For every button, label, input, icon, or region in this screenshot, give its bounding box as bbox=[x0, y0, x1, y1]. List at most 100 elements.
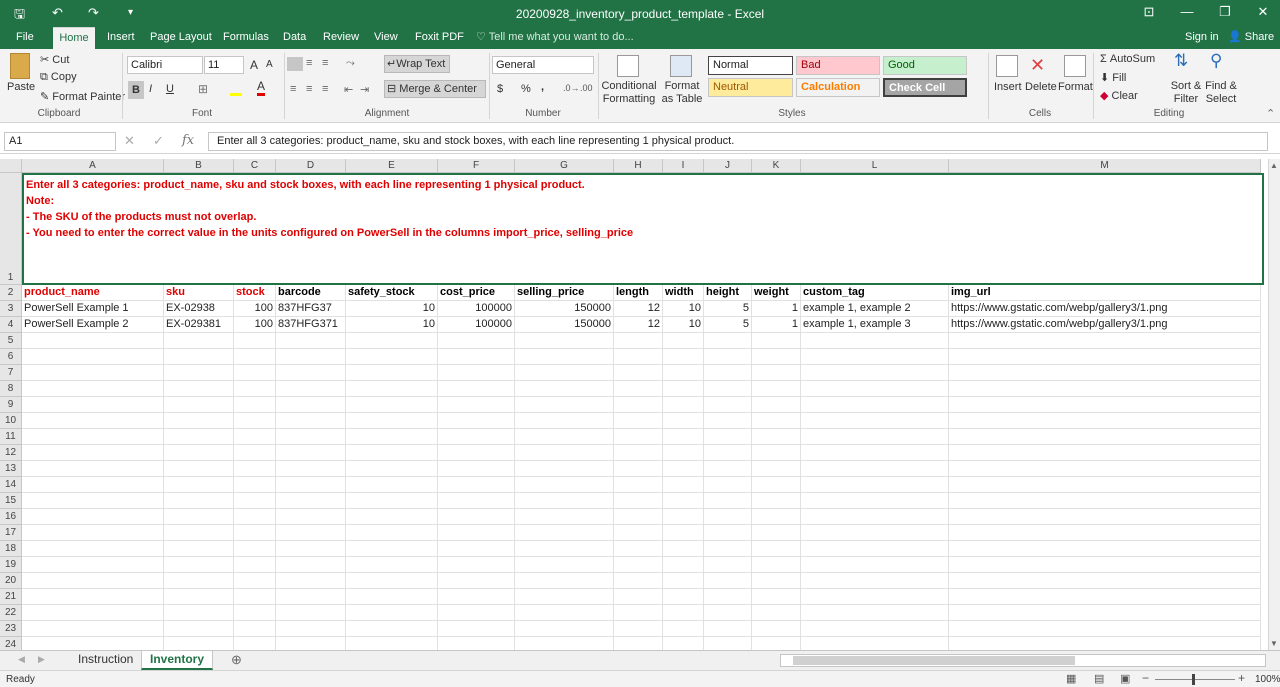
empty-cell[interactable] bbox=[438, 557, 515, 573]
align-right-icon[interactable]: ≡ bbox=[322, 83, 328, 95]
empty-cell[interactable] bbox=[22, 365, 164, 381]
zoom-slider-thumb[interactable] bbox=[1192, 674, 1195, 685]
empty-cell[interactable] bbox=[801, 557, 949, 573]
italic-button[interactable]: I bbox=[149, 83, 152, 95]
row-header-11[interactable]: 11 bbox=[0, 429, 22, 445]
data-cell[interactable]: 5 bbox=[704, 317, 752, 333]
empty-cell[interactable] bbox=[164, 333, 234, 349]
empty-cell[interactable] bbox=[949, 365, 1261, 381]
font-color-icon[interactable]: A bbox=[257, 80, 266, 96]
empty-cell[interactable] bbox=[346, 445, 438, 461]
empty-cell[interactable] bbox=[663, 381, 704, 397]
decrease-indent-icon[interactable]: ⇤ bbox=[344, 83, 353, 96]
empty-cell[interactable] bbox=[663, 525, 704, 541]
empty-cell[interactable] bbox=[515, 589, 614, 605]
empty-cell[interactable] bbox=[438, 573, 515, 589]
empty-cell[interactable] bbox=[949, 461, 1261, 477]
empty-cell[interactable] bbox=[704, 429, 752, 445]
empty-cell[interactable] bbox=[346, 461, 438, 477]
row-header-1[interactable]: 1 bbox=[0, 173, 22, 285]
empty-cell[interactable] bbox=[22, 397, 164, 413]
empty-cell[interactable] bbox=[346, 557, 438, 573]
empty-cell[interactable] bbox=[515, 509, 614, 525]
empty-cell[interactable] bbox=[438, 605, 515, 621]
header-cell-product-name[interactable]: product_name bbox=[22, 285, 164, 301]
empty-cell[interactable] bbox=[22, 349, 164, 365]
conditional-formatting-button[interactable]: Conditional Formatting bbox=[601, 80, 657, 106]
row-header-6[interactable]: 6 bbox=[0, 349, 22, 365]
empty-cell[interactable] bbox=[614, 493, 663, 509]
header-cell-width[interactable]: width bbox=[663, 285, 704, 301]
data-cell[interactable]: EX-029381 bbox=[164, 317, 234, 333]
empty-cell[interactable] bbox=[801, 429, 949, 445]
row-header-23[interactable]: 23 bbox=[0, 621, 22, 637]
empty-cell[interactable] bbox=[801, 413, 949, 429]
empty-cell[interactable] bbox=[346, 525, 438, 541]
empty-cell[interactable] bbox=[164, 573, 234, 589]
column-header-m[interactable]: M bbox=[949, 159, 1261, 173]
empty-cell[interactable] bbox=[949, 637, 1261, 650]
empty-cell[interactable] bbox=[22, 605, 164, 621]
empty-cell[interactable] bbox=[276, 541, 346, 557]
style-calculation[interactable]: Calculation bbox=[796, 78, 880, 97]
empty-cell[interactable] bbox=[949, 397, 1261, 413]
empty-cell[interactable] bbox=[164, 397, 234, 413]
empty-cell[interactable] bbox=[438, 621, 515, 637]
empty-cell[interactable] bbox=[22, 429, 164, 445]
empty-cell[interactable] bbox=[704, 525, 752, 541]
format-cells-button[interactable]: Format bbox=[1058, 81, 1093, 93]
column-header-a[interactable]: A bbox=[22, 159, 164, 173]
style-normal[interactable]: Normal bbox=[708, 56, 793, 75]
empty-cell[interactable] bbox=[234, 429, 276, 445]
column-header-h[interactable]: H bbox=[614, 159, 663, 173]
align-center-icon[interactable]: ≡ bbox=[306, 83, 312, 95]
empty-cell[interactable] bbox=[346, 589, 438, 605]
column-header-i[interactable]: I bbox=[663, 159, 704, 173]
empty-cell[interactable] bbox=[346, 429, 438, 445]
empty-cell[interactable] bbox=[346, 477, 438, 493]
empty-cell[interactable] bbox=[234, 509, 276, 525]
currency-button[interactable]: $ bbox=[497, 83, 503, 95]
page-layout-view-icon[interactable]: ▤ bbox=[1094, 672, 1104, 685]
empty-cell[interactable] bbox=[663, 605, 704, 621]
empty-cell[interactable] bbox=[614, 429, 663, 445]
empty-cell[interactable] bbox=[22, 621, 164, 637]
zoom-level[interactable]: 100% bbox=[1255, 674, 1280, 685]
empty-cell[interactable] bbox=[276, 461, 346, 477]
format-as-table-button[interactable]: Format as Table bbox=[659, 80, 705, 106]
tell-me-search[interactable]: ♡ Tell me what you want to do... bbox=[476, 27, 634, 49]
paste-button[interactable]: Paste bbox=[7, 81, 35, 93]
empty-cell[interactable] bbox=[614, 637, 663, 650]
row-header-22[interactable]: 22 bbox=[0, 605, 22, 621]
header-cell-sku[interactable]: sku bbox=[164, 285, 234, 301]
top-align-icon[interactable] bbox=[287, 57, 303, 71]
cancel-icon[interactable]: ✕ bbox=[124, 133, 135, 149]
style-neutral[interactable]: Neutral bbox=[708, 78, 793, 97]
empty-cell[interactable] bbox=[22, 509, 164, 525]
empty-cell[interactable] bbox=[949, 621, 1261, 637]
empty-cell[interactable] bbox=[346, 365, 438, 381]
select-all-corner[interactable] bbox=[0, 159, 22, 173]
column-header-b[interactable]: B bbox=[164, 159, 234, 173]
data-cell[interactable]: 100000 bbox=[438, 301, 515, 317]
empty-cell[interactable] bbox=[438, 637, 515, 650]
data-cell[interactable]: 1 bbox=[752, 301, 801, 317]
copy-button[interactable]: ⧉ Copy bbox=[40, 71, 77, 84]
style-check-cell[interactable]: Check Cell bbox=[883, 78, 967, 97]
empty-cell[interactable] bbox=[164, 541, 234, 557]
empty-cell[interactable] bbox=[276, 413, 346, 429]
empty-cell[interactable] bbox=[234, 541, 276, 557]
empty-cell[interactable] bbox=[614, 557, 663, 573]
empty-cell[interactable] bbox=[346, 605, 438, 621]
empty-cell[interactable] bbox=[752, 621, 801, 637]
comma-button[interactable]: , bbox=[541, 81, 544, 93]
empty-cell[interactable] bbox=[346, 413, 438, 429]
empty-cell[interactable] bbox=[704, 621, 752, 637]
empty-cell[interactable] bbox=[614, 381, 663, 397]
empty-cell[interactable] bbox=[801, 365, 949, 381]
format-painter-button[interactable]: ✎ Format Painter bbox=[40, 90, 125, 103]
increase-indent-icon[interactable]: ⇥ bbox=[360, 83, 369, 96]
empty-cell[interactable] bbox=[704, 605, 752, 621]
data-cell[interactable]: 5 bbox=[704, 301, 752, 317]
empty-cell[interactable] bbox=[234, 445, 276, 461]
